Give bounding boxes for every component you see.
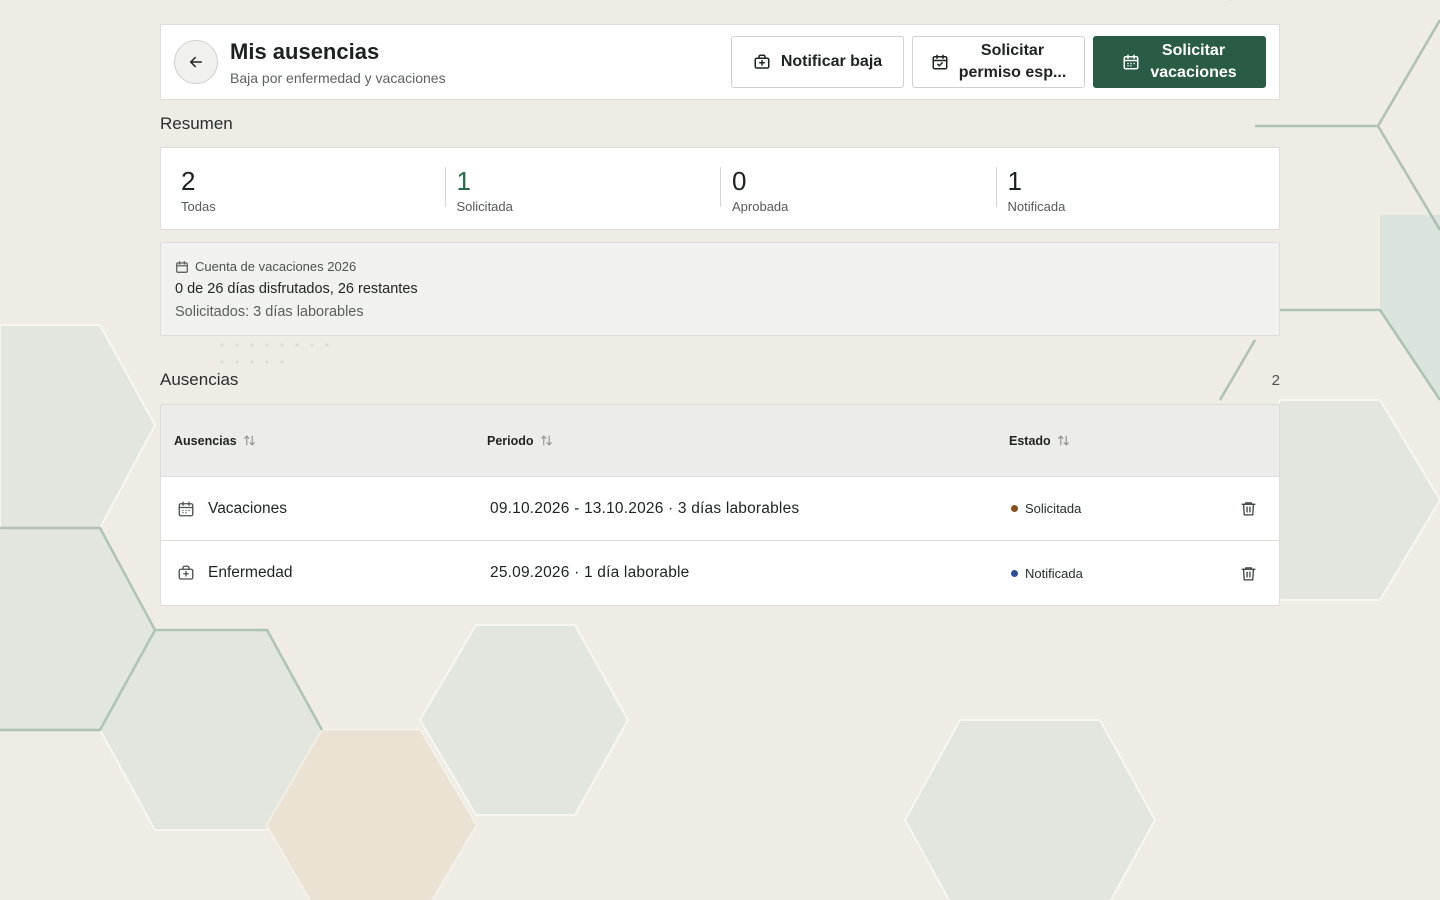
absence-type-label: Vacaciones [208,499,287,517]
column-header-period[interactable]: Periodo [487,434,553,448]
table-row[interactable]: Vacaciones 09.10.2026 - 13.10.2026 · 3 d… [161,477,1279,541]
request-vacation-label: Solicitar vacaciones [1150,40,1236,84]
stat-notified[interactable]: 1 Notificada [995,165,1272,214]
request-special-leave-label-line1: Solicitar [980,42,1045,59]
absences-title: Ausencias [160,370,239,389]
stat-value: 1 [456,165,471,196]
page-header: Mis ausencias Baja por enfermedad y vaca… [160,24,1280,100]
arrow-left-icon [190,56,202,68]
page-subtitle: Baja por enfermedad y vacaciones [230,69,446,86]
absence-type-cell: Vacaciones [177,500,287,518]
vacation-balance-main: 0 de 26 días disfrutados, 26 restantes [175,281,418,297]
absences-header: Ausencias 2 [160,370,1280,390]
vacation-balance-heading-text: Cuenta de vacaciones 2026 [195,259,357,274]
sort-icon [243,435,255,446]
delete-button[interactable] [1240,500,1257,517]
notify-sick-leave-button[interactable]: Notificar baja [731,36,904,88]
vacation-balance-card: Cuenta de vacaciones 2026 0 de 26 días d… [160,242,1280,336]
absence-period: 25.09.2026 · 1 día laborable [490,564,690,581]
column-header-status[interactable]: Estado [1009,434,1070,448]
request-special-leave-label-line2: permiso esp... [958,64,1067,81]
title-group: Mis ausencias Baja por enfermedad y vaca… [230,39,446,86]
status-badge: Notificada [1011,566,1083,581]
calendar-icon [1123,54,1139,70]
request-special-leave-button[interactable]: Solicitar permiso esp... [912,36,1085,88]
column-header-type[interactable]: Ausencias [174,434,256,448]
request-vacation-label-line1: Solicitar [1161,42,1226,59]
calendar-icon [176,260,188,273]
table-header: Ausencias Periodo Estado [161,405,1279,477]
notify-sick-leave-label: Notificar baja [780,53,883,70]
trash-icon [1241,566,1256,581]
status-label: Solicitada [1025,501,1082,516]
request-special-leave-label: Solicitar permiso esp... [959,40,1067,84]
sort-icon [540,435,552,446]
stat-value: 1 [1007,165,1022,196]
column-header-label: Periodo [487,433,534,448]
summary-title: Resumen [160,114,233,133]
absence-type-label: Enfermedad [208,564,293,581]
back-button[interactable] [174,40,218,84]
header-actions: Notificar baja Solicitar permiso esp... S… [731,36,1266,88]
absence-type-cell: Enfermedad [177,564,292,582]
vacation-balance-requested: Solicitados: 3 días laborables [175,304,364,320]
absence-period: 09.10.2026 - 13.10.2026 · 3 días laborab… [490,499,800,517]
stat-value: 2 [181,165,196,196]
stat-requested[interactable]: 1 Solicitada [444,165,721,214]
sort-icon [1057,435,1069,446]
stat-label: Aprobada [732,198,789,214]
stat-all[interactable]: 2 Todas [169,165,445,214]
summary-stats: 2 Todas 1 Solicitada 0 Aprobada 1 Notifi… [160,147,1280,230]
delete-button[interactable] [1240,565,1257,582]
calendar-icon [178,501,194,516]
page-title: Mis ausencias [230,38,380,64]
status-label: Notificada [1025,565,1083,581]
stat-approved[interactable]: 0 Aprobada [720,165,996,214]
table-row[interactable]: Enfermedad 25.09.2026 · 1 día laborable … [161,541,1279,605]
stat-label: Notificada [1007,198,1066,214]
status-dot [1011,569,1018,577]
column-header-label: Estado [1009,433,1051,448]
column-header-label: Ausencias [174,433,237,448]
vacation-balance-heading: Cuenta de vacaciones 2026 [175,259,1265,274]
stat-value: 0 [732,165,747,196]
status-badge: Solicitada [1011,501,1081,516]
calendar-check-icon [932,54,948,70]
stat-label: Solicitada [456,198,513,214]
stat-label: Todas [181,198,216,214]
status-dot [1011,505,1018,512]
absences-count: 2 [1271,371,1280,389]
medical-kit-icon [178,565,194,580]
request-vacation-button[interactable]: Solicitar vacaciones [1093,36,1266,88]
absences-table: Ausencias Periodo Estado Vacaciones 09.1… [160,404,1280,606]
medical-kit-icon [754,54,770,69]
trash-icon [1241,502,1256,516]
page-container: Mis ausencias Baja por enfermedad y vaca… [160,24,1280,606]
request-vacation-label-line2: vacaciones [1150,64,1237,81]
